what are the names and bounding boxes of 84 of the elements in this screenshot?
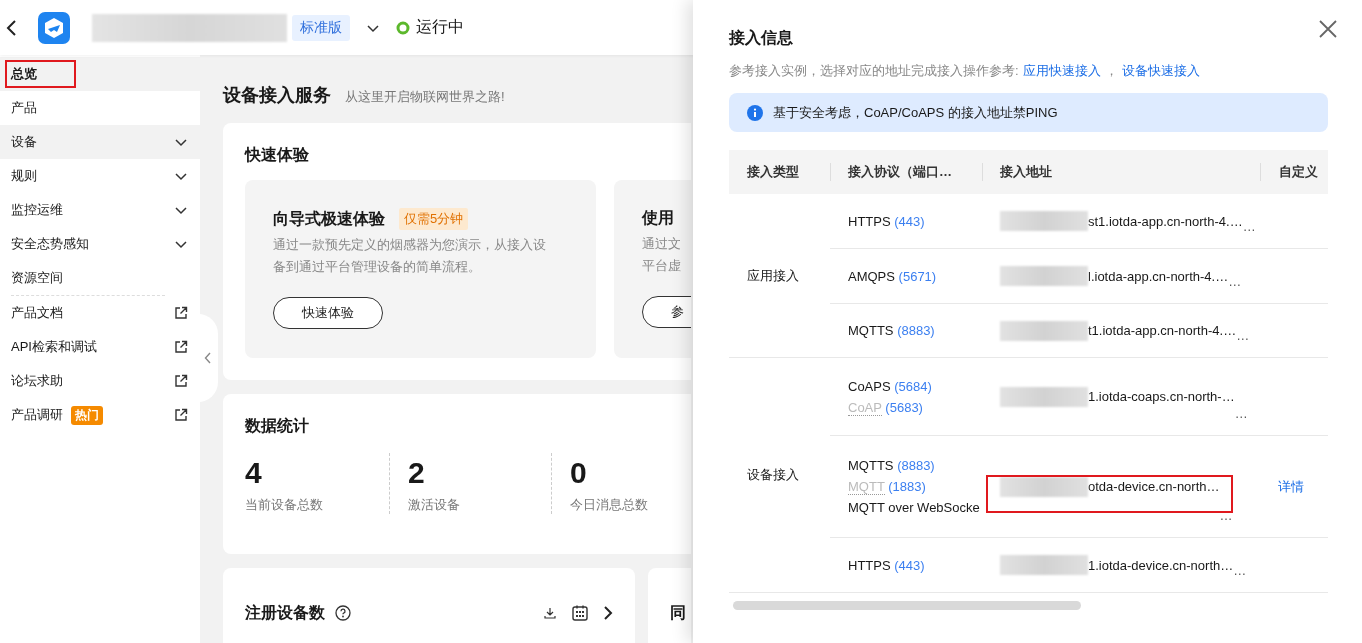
- card-title: 使用: [642, 208, 674, 228]
- help-icon[interactable]: [335, 605, 351, 621]
- close-icon[interactable]: [1318, 19, 1338, 39]
- address-text: 1.iotda-coaps.cn-north-…: [1088, 389, 1235, 404]
- protocol-cell: MQTT (1883): [848, 479, 926, 494]
- table-cell: 应用接入: [729, 194, 830, 358]
- quick-access-link[interactable]: 应用快速接入: [1022, 62, 1101, 80]
- table-cell: 设备接入: [729, 358, 830, 593]
- duration-tag: 仅需5分钟: [399, 208, 469, 230]
- card-description: 通过文: [642, 235, 682, 253]
- sidebar-item[interactable]: 设备: [0, 125, 200, 159]
- external-link-icon: [174, 408, 188, 422]
- sidebar-item[interactable]: API检索和调试: [0, 330, 200, 364]
- stat-value: 4: [245, 455, 263, 491]
- stat-label: 今日消息总数: [570, 496, 649, 514]
- logo-icon: [38, 11, 70, 44]
- sidebar-item[interactable]: 产品文档: [0, 296, 200, 330]
- column-header: 自定义: [1260, 150, 1328, 194]
- panel-title: 注册设备数: [245, 602, 325, 623]
- external-link-icon: [174, 374, 188, 388]
- chevron-right-icon[interactable]: [603, 605, 613, 621]
- more-text: …: [1234, 406, 1248, 421]
- address-text: st1.iotda-app.cn-north-4.…: [1088, 213, 1243, 229]
- sidebar-item[interactable]: 规则: [0, 159, 200, 193]
- column-header: 接入协议（端口…: [830, 150, 982, 194]
- address-text: t1.iotda-app.cn-north-4.…: [1088, 323, 1237, 338]
- stat-label: 激活设备: [408, 496, 461, 514]
- section-title: 数据统计: [245, 416, 310, 436]
- panel-title: 同: [670, 602, 686, 623]
- details-link[interactable]: 详情: [1278, 477, 1304, 496]
- sidebar-item[interactable]: 论坛求助: [0, 364, 200, 398]
- column-header: 接入类型: [729, 150, 830, 194]
- sidebar-item[interactable]: 监控运维: [0, 193, 200, 227]
- sidebar-item[interactable]: 资源空间: [0, 261, 200, 295]
- quick-access-link[interactable]: 设备快速接入: [1121, 62, 1200, 80]
- link-separator: ，: [1104, 62, 1118, 80]
- protocol-cell: HTTPS (443): [848, 213, 925, 229]
- calendar-icon[interactable]: [571, 604, 589, 622]
- card-description: 通过一款预先定义的烟感器为您演示，从接入设: [273, 236, 547, 254]
- more-text: …: [1236, 328, 1250, 343]
- sidebar-item[interactable]: 产品: [0, 91, 200, 125]
- protocol-cell: CoAPS (5684): [848, 378, 932, 394]
- experience-button[interactable]: 参: [642, 296, 691, 328]
- status-text: 运行中: [416, 17, 464, 37]
- card-title: 向导式极速体验: [273, 208, 385, 229]
- download-icon[interactable]: [543, 606, 557, 620]
- collapse-handle[interactable]: [200, 314, 218, 402]
- sidebar-item[interactable]: 总览: [0, 57, 200, 91]
- page-title: 设备接入服务: [223, 84, 331, 107]
- more-text: …: [1233, 563, 1247, 578]
- stat-label: 当前设备总数: [245, 496, 324, 514]
- protocol-cell: HTTPS (443): [848, 557, 925, 573]
- hot-badge: 热门: [71, 405, 103, 425]
- column-header: 接入地址: [982, 150, 1260, 194]
- status-icon: [396, 20, 410, 35]
- card-description: 平台虚: [642, 257, 682, 275]
- section-title: 快速体验: [245, 145, 310, 165]
- drawer-title: 接入信息: [729, 28, 794, 48]
- edition-badge: 标准版: [292, 14, 350, 41]
- protocol-cell: CoAP (5683): [848, 399, 923, 415]
- stat-value: 0: [570, 455, 588, 491]
- chevron-left-icon: [204, 351, 212, 365]
- sidebar-item[interactable]: 产品调研 热门: [0, 398, 200, 432]
- more-text: …: [1219, 508, 1233, 523]
- back-icon[interactable]: [6, 18, 18, 37]
- address-text: otda-device.cn-north…: [1088, 479, 1220, 494]
- address-text: l.iotda-app.cn-north-4.…: [1088, 268, 1229, 284]
- external-link-icon: [174, 340, 188, 354]
- external-link-icon: [174, 306, 188, 320]
- more-text: …: [1242, 219, 1256, 234]
- protocol-cell: MQTT over WebSocke: [848, 500, 980, 515]
- notice-text: 基于安全考虑，CoAP/CoAPS 的接入地址禁PING: [773, 103, 1058, 122]
- address-text: 1.iotda-device.cn-north…: [1088, 557, 1234, 573]
- protocol-cell: MQTTS (8883): [848, 323, 935, 338]
- experience-button[interactable]: 快速体验: [273, 297, 383, 329]
- protocol-cell: AMQPS (5671): [848, 268, 937, 284]
- page-subtitle: 从这里开启物联网世界之路!: [345, 88, 505, 106]
- intro-text: 参考接入实例，选择对应的地址完成接入操作参考:: [729, 62, 1019, 80]
- card-description: 备到通过平台管理设备的简单流程。: [273, 258, 482, 276]
- more-text: …: [1228, 274, 1242, 289]
- protocol-cell: MQTTS (8883): [848, 458, 935, 473]
- sidebar-item[interactable]: 安全态势感知: [0, 227, 200, 261]
- stat-value: 2: [408, 455, 426, 491]
- info-icon: [747, 104, 763, 121]
